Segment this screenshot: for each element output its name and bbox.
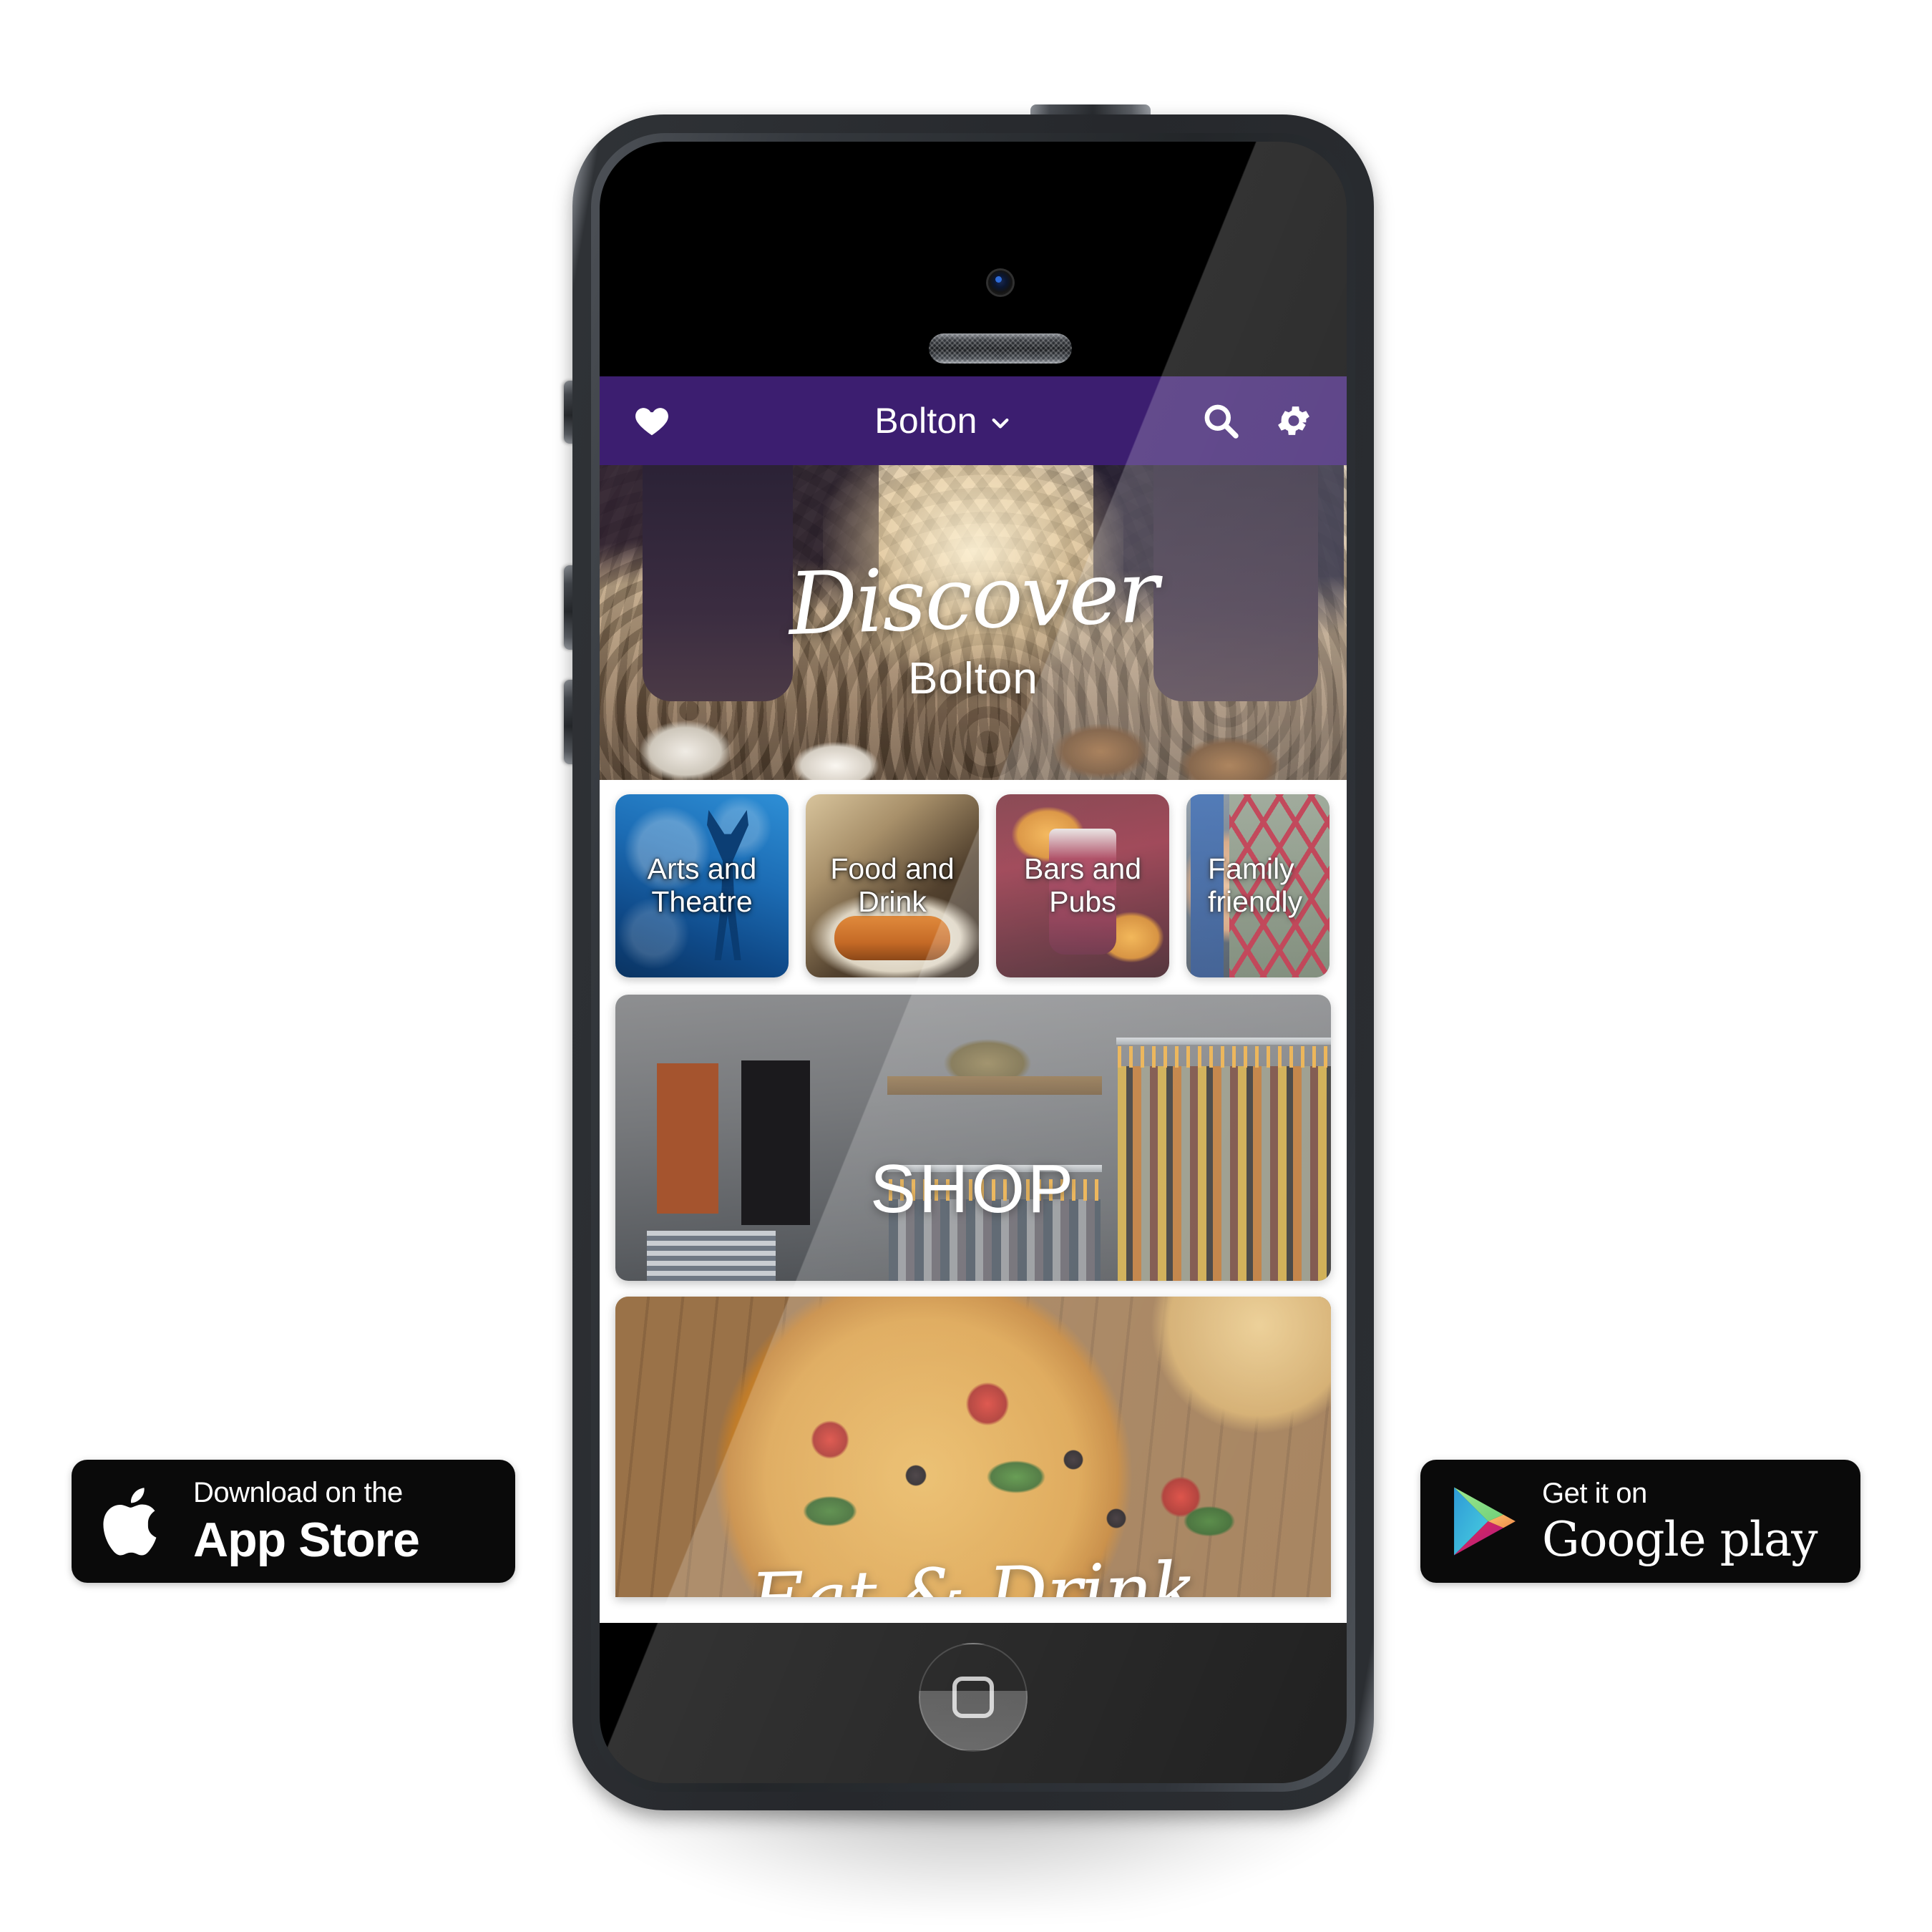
hero-text: Discover Bolton bbox=[600, 465, 1347, 780]
hero-banner[interactable]: Discover Bolton bbox=[600, 465, 1347, 780]
category-tile-arts-and-theatre[interactable]: Arts and Theatre bbox=[615, 794, 789, 977]
camera-lens-glint bbox=[995, 276, 1002, 283]
app-screen: Bolton Discover Bolton Arts and Theatre … bbox=[600, 376, 1347, 1623]
front-camera-icon bbox=[988, 270, 1013, 295]
app-header: Bolton bbox=[600, 376, 1347, 465]
category-strip[interactable]: Arts and Theatre Food and Drink Bars and… bbox=[600, 780, 1347, 993]
category-tile-label: Arts and Theatre bbox=[647, 852, 757, 918]
city-selector[interactable]: Bolton bbox=[686, 400, 1201, 441]
badge-sub-label: Download on the bbox=[193, 1477, 403, 1508]
feature-card-eat-and-drink[interactable]: Eat & Drink bbox=[615, 1297, 1331, 1597]
badge-main-label: Google play bbox=[1542, 1512, 1818, 1567]
phone-mockup: Bolton Discover Bolton Arts and Theatre … bbox=[564, 104, 1374, 1911]
city-name-label: Bolton bbox=[874, 401, 977, 441]
app-store-badge[interactable]: Download on the App Store bbox=[72, 1460, 515, 1583]
search-icon[interactable] bbox=[1201, 401, 1241, 441]
badge-text: Get it on Google play bbox=[1542, 1479, 1818, 1563]
feature-card-shop[interactable]: SHOP bbox=[615, 995, 1331, 1281]
google-play-triangle-icon bbox=[1454, 1487, 1516, 1556]
phone-face: Bolton Discover Bolton Arts and Theatre … bbox=[600, 142, 1347, 1783]
feature-card-image bbox=[615, 995, 1331, 1281]
apple-logo-icon bbox=[103, 1488, 157, 1556]
category-tile-bars-and-pubs[interactable]: Bars and Pubs bbox=[996, 794, 1169, 977]
heart-icon[interactable] bbox=[633, 401, 671, 440]
chevron-down-icon[interactable] bbox=[989, 411, 1012, 434]
header-actions bbox=[1201, 401, 1314, 441]
badge-sub-label: Get it on bbox=[1542, 1478, 1647, 1509]
home-button[interactable] bbox=[919, 1643, 1028, 1752]
hero-subtitle: Bolton bbox=[908, 653, 1038, 703]
feature-card-label: SHOP bbox=[869, 1151, 1077, 1227]
category-tile-label: Bars and Pubs bbox=[1023, 852, 1142, 918]
category-tile-food-and-drink[interactable]: Food and Drink bbox=[806, 794, 979, 977]
earpiece-speaker bbox=[929, 333, 1072, 364]
google-play-badge[interactable]: Get it on Google play bbox=[1420, 1460, 1860, 1583]
category-tile-label: Family friendly bbox=[1208, 852, 1303, 918]
hero-title: Discover bbox=[786, 542, 1160, 655]
gear-icon[interactable] bbox=[1274, 401, 1314, 441]
category-tile-family-friendly[interactable]: Family friendly bbox=[1186, 794, 1330, 977]
category-tile-label: Food and Drink bbox=[830, 852, 955, 918]
home-square-icon bbox=[952, 1677, 994, 1718]
badge-main-label: App Store bbox=[193, 1513, 420, 1567]
badge-text: Download on the App Store bbox=[193, 1477, 420, 1567]
